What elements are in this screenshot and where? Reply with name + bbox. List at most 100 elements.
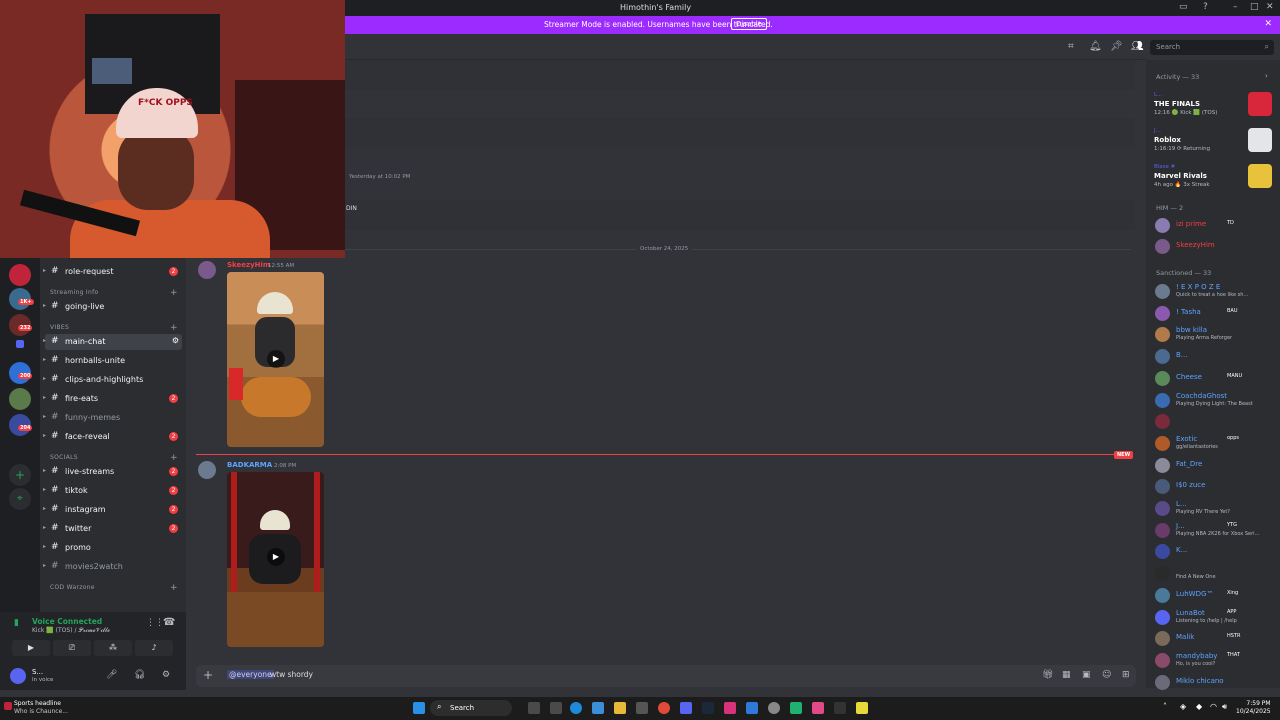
channel-instagram[interactable]: ▸ # instagram 2 [43,502,182,518]
channel-category[interactable]: COD Warzone + [50,583,178,593]
member-item[interactable]: Miklo chicano [1154,672,1276,692]
edge-icon[interactable] [570,702,582,714]
video-attachment[interactable]: ▶ [227,272,324,447]
member-item[interactable]: Exotic opps gg/eliantastories [1154,433,1276,453]
member-item[interactable]: LunaBot APP Listening to /help | /help [1154,607,1276,627]
settings-gear-icon[interactable]: ⚙ [162,670,170,680]
member-item[interactable]: bbw killa Playing Arma Reforger [1154,324,1276,344]
windows-start-icon[interactable] [413,702,425,714]
microphone-icon[interactable]: 🎤︎ [106,670,117,680]
add-channel-icon[interactable]: + [170,323,178,333]
soundboard-button[interactable]: ♪ [135,640,173,656]
notification-bell-icon[interactable]: 🔔︎ [1089,41,1102,52]
headphones-icon[interactable]: 🎧︎ [134,670,145,680]
discord-icon[interactable] [680,702,692,714]
emoji-icon[interactable]: ☺ [1102,670,1111,680]
member-item[interactable]: L... Playing RV There Yet? [1154,498,1276,518]
activity-card[interactable]: Blase # Marvel Rivals 4h ago 🔥 3x Streak [1154,164,1274,198]
gif-icon[interactable]: ▦ [1062,670,1071,680]
member-list-icon[interactable]: 👥︎ [1131,41,1144,52]
settings-icon[interactable] [768,702,780,714]
member-item[interactable]: Malik HSTR [1154,628,1276,648]
voice-status[interactable]: Voice Connected [32,617,102,626]
member-item[interactable] [1154,411,1276,431]
tray-app-icon[interactable]: ◈ [1180,702,1186,711]
copilot-icon[interactable] [592,702,604,714]
add-server-icon[interactable]: + [9,464,31,486]
disconnect-icon[interactable]: ☎ [163,617,175,628]
close-window-button[interactable]: ✕ [1266,2,1274,12]
channel-funny-memes[interactable]: ▸ # funny-memes [43,410,182,426]
channel-fire-eats[interactable]: ▸ # fire-eats 2 [43,391,182,407]
member-item[interactable]: mandybaby THAT Ho, is you cool? [1154,650,1276,670]
inbox-icon[interactable]: ▭ [1179,2,1188,12]
channel-category[interactable]: Streaming Info + [50,288,178,298]
message-author[interactable]: BADKARMA [227,461,272,469]
member-item[interactable]: ! Tasha BAU [1154,303,1276,323]
pin-icon[interactable]: 📌︎ [1110,41,1123,52]
sticker-icon[interactable]: ▣ [1082,670,1091,680]
maximize-button[interactable]: □ [1250,2,1259,12]
channel-movies2watch[interactable]: ▸ # movies2watch [43,559,182,575]
channel-face-reveal[interactable]: ▸ # face-reveal 2 [43,429,182,445]
instagram-icon[interactable] [724,702,736,714]
activity-card[interactable]: J... Roblox 1:16:19 ⟳ Returning [1154,128,1274,162]
member-item[interactable]: Find A New One [1154,563,1276,583]
member-item[interactable]: CoachdaGhost Playing Dying Light: The Bea… [1154,390,1276,410]
taskbar-search[interactable]: ⌕ Search [430,700,512,716]
add-channel-icon[interactable]: + [170,288,178,298]
member-item[interactable]: K... [1154,541,1276,561]
channel-tiktok[interactable]: ▸ # tiktok 2 [43,483,182,499]
add-attachment-icon[interactable]: + [203,668,213,682]
volume-icon[interactable]: 🔊︎ [1222,702,1227,712]
tray-app-icon[interactable]: ◆ [1196,702,1202,711]
username[interactable]: S... [32,668,43,676]
member-item[interactable]: B... [1154,346,1276,366]
tray-chevron-icon[interactable]: ˄ [1163,702,1167,711]
app-icon[interactable] [812,702,824,714]
server-icon[interactable] [9,388,31,410]
channel-clips-and-highlights[interactable]: ▸ # clips-and-highlights [43,372,182,388]
member-item[interactable]: ! E X P O Z E Quick to treat a hoe like s… [1154,281,1276,301]
play-icon[interactable]: ▶ [267,548,285,566]
gift-icon[interactable]: 🎁︎ [1042,670,1053,680]
settings-gear-icon[interactable]: ⚙ [172,336,179,345]
search-input[interactable]: Search ⌕ [1150,40,1274,55]
wifi-icon[interactable]: ◠ [1210,702,1217,711]
close-banner-icon[interactable]: ✕ [1264,19,1272,29]
add-channel-icon[interactable]: + [170,583,178,593]
member-item[interactable]: J... YTG Playing NBA 2K26 for Xbox Seri... [1154,520,1276,540]
channel-main-chat[interactable]: ▸ # main-chat ⚙ [43,334,182,350]
member-item[interactable]: izi prime TD [1154,215,1276,235]
taskview-icon[interactable] [528,702,540,714]
noise-suppression-icon[interactable]: ⋮⋮ [146,618,164,628]
chevron-right-icon[interactable]: › [1265,72,1268,80]
channel-category[interactable]: VIBES + [50,323,178,333]
app-icon[interactable] [746,702,758,714]
sticky-notes-icon[interactable] [856,702,868,714]
member-item[interactable]: Fat_Dre [1154,455,1276,475]
message-composer[interactable]: + @everyone wtw shordy 🎁︎ ▦ ▣ ☺ ⊞ [196,665,1136,687]
widgets-icon[interactable] [550,702,562,714]
channel-category[interactable]: SOCIALS + [50,453,178,463]
server-icon[interactable] [9,264,31,286]
explore-icon[interactable]: ⌖ [9,488,31,510]
video-attachment[interactable]: ▶ [227,472,324,647]
avatar[interactable] [198,261,216,279]
play-icon[interactable]: ▶ [267,350,285,368]
app-icon[interactable] [790,702,802,714]
channel-hornballs-unite[interactable]: ▸ # hornballs-unite [43,353,182,369]
clock[interactable]: 7:59 PM 10/24/2025 [1236,700,1271,716]
member-item[interactable]: I$0 zuce [1154,476,1276,496]
folder-icon[interactable] [16,340,24,348]
activity-card[interactable]: L... THE FINALS 12:16 🟢 Kick 🟩 (TOS) [1154,92,1274,126]
news-widget[interactable]: Sports headline Who is Chaunce... [14,700,68,716]
channel-promo[interactable]: ▸ # promo [43,540,182,556]
activities-button[interactable]: ⁂ [94,640,132,656]
channel-going-live[interactable]: ▸ # going-live [43,299,182,315]
avatar[interactable] [198,461,216,479]
chrome-icon[interactable] [658,702,670,714]
camera-button[interactable]: ▶ [12,640,50,656]
avatar[interactable] [10,668,26,684]
message-input-text[interactable]: wtw shordy [270,670,313,679]
